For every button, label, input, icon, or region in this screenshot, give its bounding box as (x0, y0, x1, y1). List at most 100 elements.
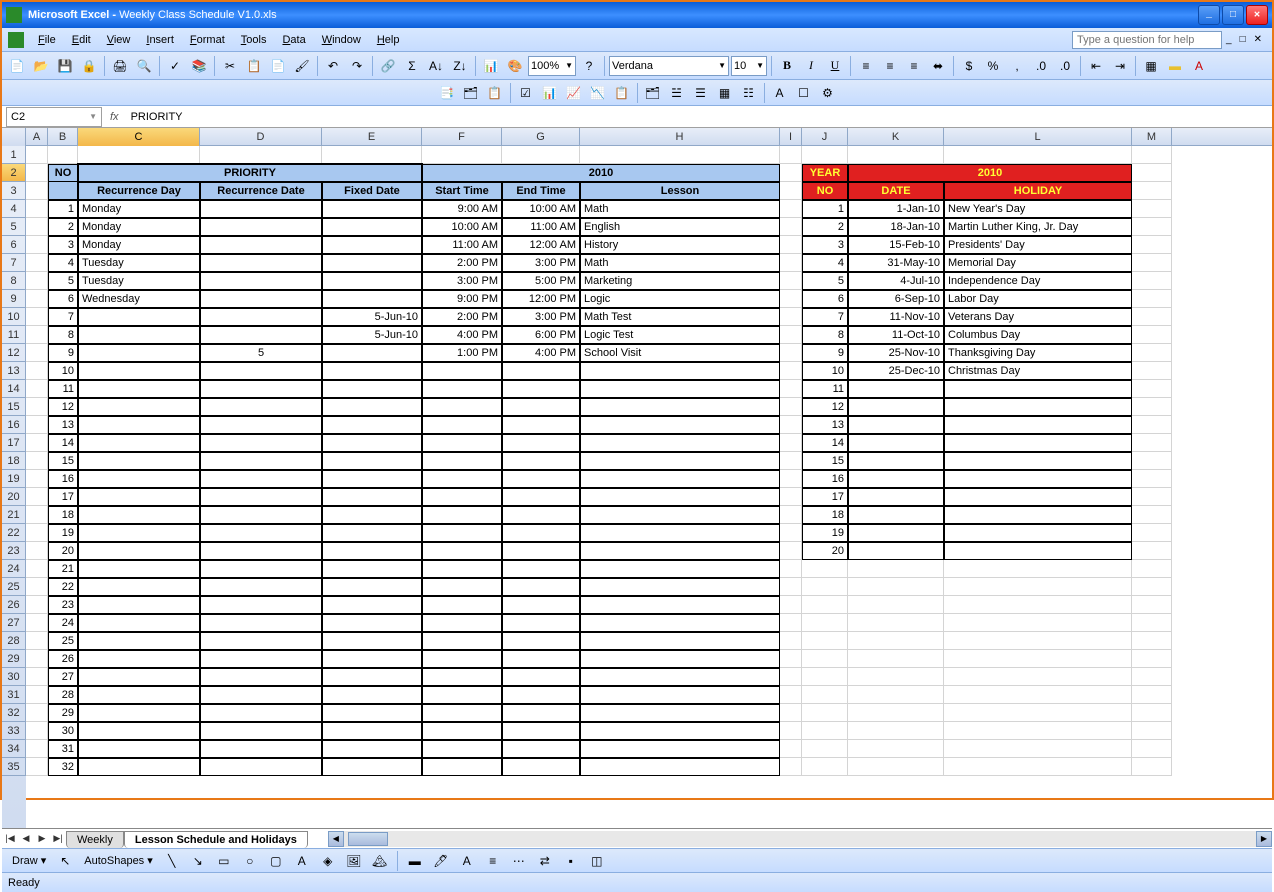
close-button[interactable]: ✕ (1246, 5, 1268, 25)
cell-E13[interactable] (322, 362, 422, 380)
cell-J23[interactable]: 20 (802, 542, 848, 560)
cell-D14[interactable] (200, 380, 322, 398)
cell-C5[interactable]: Monday (78, 218, 200, 236)
row-header-1[interactable]: 1 (2, 146, 26, 164)
workbook-icon[interactable] (8, 32, 24, 48)
cell-C25[interactable] (78, 578, 200, 596)
cell-D30[interactable] (200, 668, 322, 686)
cell-K10[interactable]: 11-Nov-10 (848, 308, 944, 326)
row-header-13[interactable]: 13 (2, 362, 26, 380)
cell-J2[interactable]: YEAR (802, 164, 848, 182)
cell-F14[interactable] (422, 380, 502, 398)
cell-F28[interactable] (422, 632, 502, 650)
cell-H33[interactable] (580, 722, 780, 740)
cell-B3[interactable] (48, 182, 78, 200)
col-header-L[interactable]: L (944, 128, 1132, 146)
cell-E27[interactable] (322, 614, 422, 632)
custom-tool-15[interactable]: ☐ (793, 82, 815, 104)
row-header-4[interactable]: 4 (2, 200, 26, 218)
cell-F32[interactable] (422, 704, 502, 722)
cell-H25[interactable] (580, 578, 780, 596)
cell-H30[interactable] (580, 668, 780, 686)
dash-style-button[interactable]: ⋯ (508, 850, 530, 872)
cell-C9[interactable]: Wednesday (78, 290, 200, 308)
cell-H26[interactable] (580, 596, 780, 614)
tab-next-button[interactable]: ▶ (34, 831, 50, 847)
preview-button[interactable]: 🔍 (133, 55, 155, 77)
scroll-left-button[interactable]: ◀ (328, 831, 344, 847)
cell-B21[interactable]: 18 (48, 506, 78, 524)
cell-H7[interactable]: Math (580, 254, 780, 272)
cell-J18[interactable]: 15 (802, 452, 848, 470)
menu-format[interactable]: Format (182, 32, 233, 48)
cell-F3[interactable]: Start Time (422, 182, 502, 200)
cell-C22[interactable] (78, 524, 200, 542)
cell-K19[interactable] (848, 470, 944, 488)
row-header-34[interactable]: 34 (2, 740, 26, 758)
cell-D6[interactable] (200, 236, 322, 254)
cell-C4[interactable]: Monday (78, 200, 200, 218)
row-header-32[interactable]: 32 (2, 704, 26, 722)
underline-button[interactable]: U (824, 55, 846, 77)
paste-button[interactable]: 📄 (267, 55, 289, 77)
cell-B33[interactable]: 30 (48, 722, 78, 740)
cell-B20[interactable]: 17 (48, 488, 78, 506)
cell-H31[interactable] (580, 686, 780, 704)
save-button[interactable]: 💾 (54, 55, 76, 77)
cell-B29[interactable]: 26 (48, 650, 78, 668)
cell-G17[interactable] (502, 434, 580, 452)
col-header-F[interactable]: F (422, 128, 502, 146)
cell-H20[interactable] (580, 488, 780, 506)
cell-B31[interactable]: 28 (48, 686, 78, 704)
row-header-5[interactable]: 5 (2, 218, 26, 236)
cell-F27[interactable] (422, 614, 502, 632)
cell-B13[interactable]: 10 (48, 362, 78, 380)
new-button[interactable]: 📄 (6, 55, 28, 77)
cell-J3[interactable]: NO (802, 182, 848, 200)
cell-K12[interactable]: 25-Nov-10 (848, 344, 944, 362)
cell-B35[interactable]: 32 (48, 758, 78, 776)
cell-J13[interactable]: 10 (802, 362, 848, 380)
cell-D11[interactable] (200, 326, 322, 344)
cell-E33[interactable] (322, 722, 422, 740)
cell-D26[interactable] (200, 596, 322, 614)
open-button[interactable]: 📂 (30, 55, 52, 77)
cell-F19[interactable] (422, 470, 502, 488)
cell-C6[interactable]: Monday (78, 236, 200, 254)
cell-K20[interactable] (848, 488, 944, 506)
cell-D28[interactable] (200, 632, 322, 650)
cell-C26[interactable] (78, 596, 200, 614)
cell-K18[interactable] (848, 452, 944, 470)
cell-B19[interactable]: 16 (48, 470, 78, 488)
cell-C10[interactable] (78, 308, 200, 326)
font-size-dropdown[interactable]: 10▼ (731, 56, 767, 76)
cell-B10[interactable]: 7 (48, 308, 78, 326)
3d-button[interactable]: ◫ (586, 850, 608, 872)
cell-D25[interactable] (200, 578, 322, 596)
cell-E6[interactable] (322, 236, 422, 254)
cell-D7[interactable] (200, 254, 322, 272)
cell-L7[interactable]: Memorial Day (944, 254, 1132, 272)
cell-G30[interactable] (502, 668, 580, 686)
cell-G5[interactable]: 11:00 AM (502, 218, 580, 236)
row-header-31[interactable]: 31 (2, 686, 26, 704)
cell-J11[interactable]: 8 (802, 326, 848, 344)
cell-F12[interactable]: 1:00 PM (422, 344, 502, 362)
cell-H23[interactable] (580, 542, 780, 560)
cell-C16[interactable] (78, 416, 200, 434)
cell-C24[interactable] (78, 560, 200, 578)
align-left-button[interactable]: ≡ (855, 55, 877, 77)
cell-D31[interactable] (200, 686, 322, 704)
cell-D12[interactable]: 5 (200, 344, 322, 362)
cell-F2[interactable]: 2010 (422, 164, 780, 182)
cell-F25[interactable] (422, 578, 502, 596)
cell-L23[interactable] (944, 542, 1132, 560)
row-header-30[interactable]: 30 (2, 668, 26, 686)
cell-C28[interactable] (78, 632, 200, 650)
cell-D19[interactable] (200, 470, 322, 488)
cell-D20[interactable] (200, 488, 322, 506)
cell-F10[interactable]: 2:00 PM (422, 308, 502, 326)
cell-D33[interactable] (200, 722, 322, 740)
borders-button[interactable]: ▦ (1140, 55, 1162, 77)
cell-C18[interactable] (78, 452, 200, 470)
